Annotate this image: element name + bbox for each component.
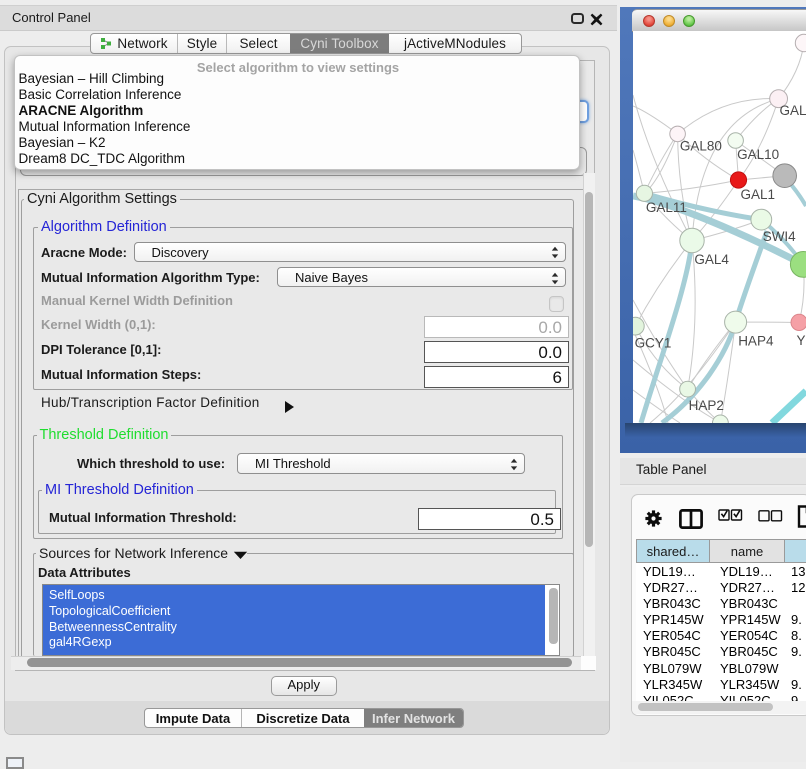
svg-text:GAL10: GAL10 [737, 147, 779, 162]
svg-text:Y: Y [797, 333, 806, 348]
svg-text:GCY1: GCY1 [635, 335, 672, 350]
svg-text:SWI4: SWI4 [763, 229, 796, 244]
svg-text:HAP2: HAP2 [689, 398, 724, 413]
svg-text:GAL1: GAL1 [741, 187, 776, 202]
svg-text:GAL80: GAL80 [680, 139, 722, 154]
svg-text:GAL4: GAL4 [694, 252, 729, 267]
svg-text:GAL11: GAL11 [646, 200, 687, 215]
svg-text:GAL7: GAL7 [780, 103, 806, 118]
svg-text:HAP4: HAP4 [738, 334, 774, 349]
